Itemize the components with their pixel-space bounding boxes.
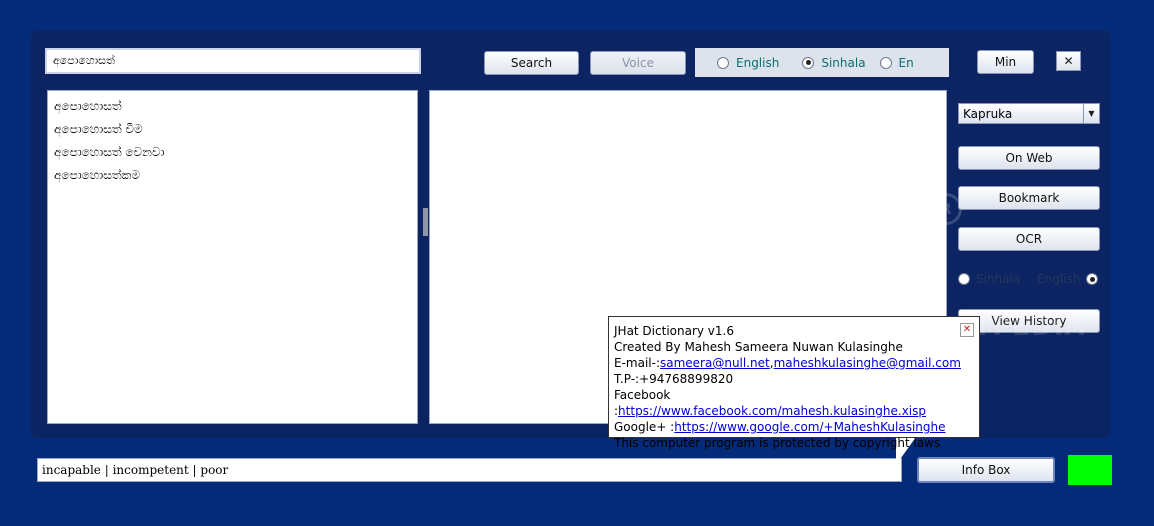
radio-ocr-sinhala-label: Sinhala	[976, 272, 1021, 286]
source-select[interactable]: Kapruka ▼	[958, 103, 1100, 124]
source-select-value: Kapruka	[963, 106, 1013, 121]
tooltip-google: Google+ :https://www.google.com/+MaheshK…	[614, 419, 979, 435]
tooltip-phone: T.P-:+94768899820	[614, 372, 734, 386]
facebook-link[interactable]: https://www.facebook.com/mahesh.kulasing…	[618, 404, 926, 418]
chevron-down-icon: ▼	[1083, 104, 1099, 123]
google-link[interactable]: https://www.google.com/+MaheshKulasinghe	[674, 420, 945, 434]
radio-en-label: En	[898, 55, 914, 70]
bookmark-button[interactable]: Bookmark	[958, 186, 1100, 210]
ocr-button[interactable]: OCR	[958, 227, 1100, 251]
close-icon: ✕	[1063, 54, 1074, 68]
info-tooltip: ✕ JHat Dictionary v1.6 Created By Mahesh…	[608, 316, 980, 450]
radio-sinhala-label: Sinhala	[821, 55, 866, 70]
radio-sinhala[interactable]	[802, 56, 815, 69]
list-item[interactable]: අපොහොසත්	[54, 95, 417, 118]
splitter-handle[interactable]	[423, 208, 428, 236]
ocr-lang-english: English	[1037, 272, 1099, 286]
on-web-button[interactable]: On Web	[958, 146, 1100, 170]
radio-english[interactable]	[717, 56, 729, 69]
voice-button[interactable]: Voice	[590, 51, 686, 75]
search-button[interactable]: Search	[484, 51, 579, 75]
tooltip-title: JHat Dictionary v1.6	[614, 324, 734, 338]
tooltip-google-prefix: Google+ :	[614, 420, 675, 434]
list-item[interactable]: අපොහොසත් වීම	[54, 118, 417, 141]
search-input[interactable]	[45, 48, 421, 74]
tooltip-email-prefix: E-mail-:	[614, 356, 660, 370]
list-item[interactable]: අපොහොසත්කම	[54, 164, 417, 187]
radio-ocr-english-label: English	[1037, 272, 1081, 286]
tooltip-copyright: This computer program is protected by co…	[614, 436, 941, 450]
info-box-button[interactable]: Info Box	[917, 457, 1055, 483]
radio-ocr-sinhala[interactable]	[958, 273, 970, 285]
list-item[interactable]: අපොහොසත් වෙනවා	[54, 141, 417, 164]
translation-field[interactable]	[37, 458, 902, 482]
tooltip-close-button[interactable]: ✕	[960, 323, 974, 337]
language-selector: English Sinhala En	[695, 48, 949, 77]
close-icon: ✕	[962, 324, 972, 335]
email-link-2[interactable]: maheshkulasinghe@gmail.com	[774, 356, 961, 370]
tooltip-email: E-mail-:sameera@null.net,maheshkulasingh…	[614, 355, 979, 371]
radio-english-label: English	[736, 55, 780, 70]
radio-en[interactable]	[879, 56, 892, 69]
ocr-lang-sinhala: Sinhala	[958, 272, 1020, 286]
minimize-button[interactable]: Min	[977, 50, 1034, 74]
close-button[interactable]: ✕	[1056, 51, 1081, 71]
status-indicator	[1068, 455, 1112, 485]
email-link-1[interactable]: sameera@null.net	[660, 356, 770, 370]
tooltip-facebook: Facebook :https://www.facebook.com/mahes…	[614, 387, 979, 419]
tooltip-author: Created By Mahesh Sameera Nuwan Kulasing…	[614, 340, 903, 354]
word-list: අපොහොසත් අපොහොසත් වීම අපොහොසත් වෙනවා අපො…	[47, 90, 418, 424]
radio-ocr-english[interactable]	[1086, 273, 1099, 285]
